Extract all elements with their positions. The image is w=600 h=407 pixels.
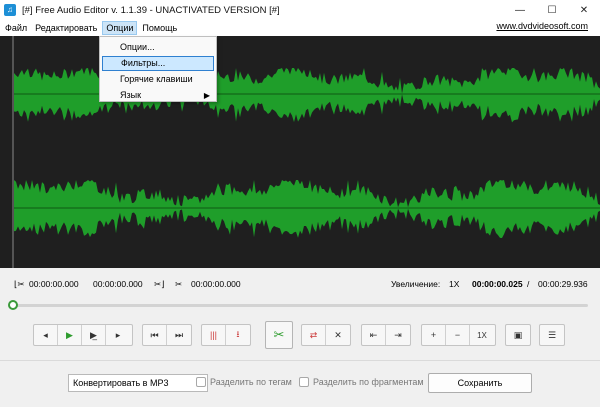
slider-thumb[interactable] <box>8 300 18 310</box>
zoom-label: Увеличение: <box>391 279 441 289</box>
submenu-arrow-icon: ▶ <box>203 91 210 100</box>
rewind-icon[interactable]: ◂ <box>34 325 58 345</box>
time-separator: / <box>527 279 530 289</box>
markers-group: ||| ⭳ <box>201 324 251 346</box>
title-bar: ♫ [#] Free Audio Editor v. 1.1.39 - UNAC… <box>0 0 600 20</box>
dropdown-item-language-label: Язык <box>120 90 142 100</box>
playback-group: ◂ ▶ ▶̲ ▸ <box>33 324 133 346</box>
position-slider[interactable] <box>8 300 588 310</box>
go-start-icon[interactable]: ⇤ <box>362 325 386 345</box>
zoom-value: 1X <box>449 279 460 289</box>
menu-options[interactable]: Опции <box>102 21 138 35</box>
bottom-bar: Конвертировать в MP3 Разделить по тегам … <box>0 372 600 394</box>
waveform-channel-2 <box>14 180 600 238</box>
zoom-group: + − 1X <box>421 324 496 346</box>
cut-icon[interactable]: ✂ <box>175 276 182 292</box>
maximize-button[interactable]: ☐ <box>536 0 568 20</box>
selection-start-icon[interactable]: ⌊✂ <box>14 276 24 292</box>
settings-group: ☰ <box>539 324 565 346</box>
zoom-in-icon[interactable]: + <box>422 325 446 345</box>
play-selection-icon[interactable]: ▶̲ <box>82 325 106 345</box>
window-controls: — ☐ ✕ <box>504 0 600 20</box>
download-marker-icon[interactable]: ⭳ <box>226 325 250 345</box>
dropdown-item-language[interactable]: Язык ▶ <box>102 88 214 103</box>
window-title: [#] Free Audio Editor v. 1.1.39 - UNACTI… <box>22 4 280 16</box>
zoom-out-icon[interactable]: − <box>446 325 470 345</box>
go-end-icon[interactable]: ⇥ <box>386 325 410 345</box>
dropdown-item-options[interactable]: Опции... <box>102 40 214 55</box>
zoom-reset-button[interactable]: 1X <box>470 325 494 345</box>
delete-selection-icon[interactable]: ✕ <box>326 325 350 345</box>
minimize-button[interactable]: — <box>504 0 536 20</box>
format-select[interactable]: Конвертировать в MP3 <box>68 374 208 392</box>
picture-icon[interactable]: ▣ <box>506 325 530 345</box>
image-group: ▣ <box>505 324 531 346</box>
selection-start-time: 00:00:00.000 <box>29 279 79 289</box>
audio-editor-icon: ♫ <box>4 4 16 16</box>
waveform-view[interactable] <box>0 36 600 268</box>
split-by-tags-checkbox[interactable]: Разделить по тегам <box>196 377 292 387</box>
options-dropdown: Опции... Фильтры... Горячие клавиши Язык… <box>99 36 217 102</box>
skip-forward-icon[interactable]: ⏭ <box>167 325 191 345</box>
skip-group: ⏮ ⏭ <box>142 324 192 346</box>
time-row: ⌊✂ 00:00:00.000 00:00:00.000 ✂⌋ ✂ 00:00:… <box>0 276 600 292</box>
dropdown-item-filters[interactable]: Фильтры... <box>102 56 214 71</box>
checkbox-box[interactable] <box>299 377 309 387</box>
edit-group: ⇄ ✕ <box>301 324 351 346</box>
menu-help[interactable]: Помощь <box>139 21 180 35</box>
selection-end-time: 00:00:00.000 <box>93 279 143 289</box>
trim-icon[interactable]: ⇄ <box>302 325 326 345</box>
play-icon[interactable]: ▶ <box>58 325 82 345</box>
forward-icon[interactable]: ▸ <box>106 325 130 345</box>
markers-icon[interactable]: ||| <box>202 325 226 345</box>
skip-back-icon[interactable]: ⏮ <box>143 325 167 345</box>
cut-scissors-button[interactable]: ✂ <box>265 321 293 349</box>
slider-track <box>10 304 588 307</box>
split-by-tags-label: Разделить по тегам <box>210 377 292 387</box>
menu-file[interactable]: Файл <box>2 21 30 35</box>
split-by-fragments-checkbox[interactable]: Разделить по фрагментам <box>299 377 424 387</box>
waveform-shape <box>14 180 600 238</box>
equalizer-icon[interactable]: ☰ <box>540 325 564 345</box>
menu-edit[interactable]: Редактировать <box>32 21 100 35</box>
cut-time: 00:00:00.000 <box>191 279 241 289</box>
toolbar: ◂ ▶ ▶̲ ▸ ⏮ ⏭ ||| ⭳ ✂ ⇄ ✕ ⇤ ⇥ + − 1X ▣ ☰ <box>0 321 600 349</box>
waveform-canvas <box>12 36 600 268</box>
selection-end-icon[interactable]: ✂⌋ <box>154 276 164 292</box>
close-button[interactable]: ✕ <box>568 0 600 20</box>
checkbox-box[interactable] <box>196 377 206 387</box>
split-by-fragments-label: Разделить по фрагментам <box>313 377 424 387</box>
dropdown-item-hotkeys[interactable]: Горячие клавиши <box>102 72 214 87</box>
navigate-group: ⇤ ⇥ <box>361 324 411 346</box>
site-link[interactable]: www.dvdvideosoft.com <box>496 21 588 31</box>
divider <box>0 360 600 361</box>
save-button[interactable]: Сохранить <box>428 373 532 393</box>
menu-bar: Файл Редактировать Опции Помощь www.dvdv… <box>0 20 600 36</box>
current-position: 00:00:00.025 <box>472 279 523 289</box>
duration: 00:00:29.936 <box>538 279 588 289</box>
